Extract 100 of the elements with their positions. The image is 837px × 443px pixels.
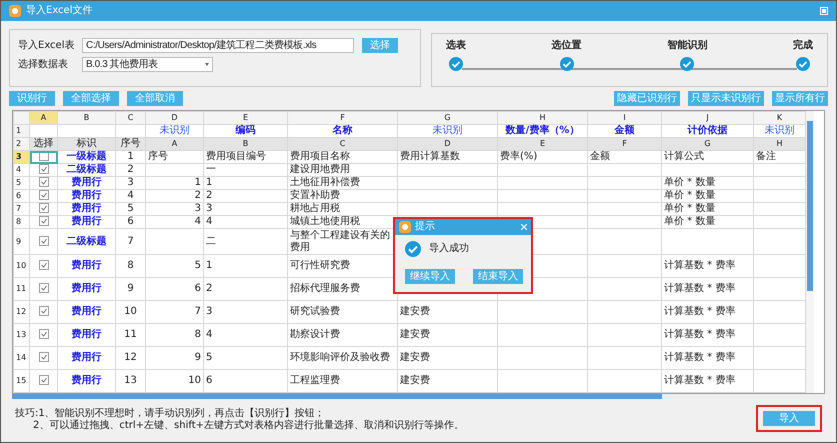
close-icon[interactable] bbox=[521, 224, 527, 230]
column-letter[interactable]: D bbox=[146, 112, 204, 124]
column-mapping[interactable]: 编码 bbox=[204, 124, 288, 138]
checkbox[interactable] bbox=[38, 151, 48, 162]
checkbox[interactable] bbox=[38, 352, 48, 362]
table-cell: 9 bbox=[116, 278, 146, 300]
table-cell: 5 bbox=[204, 346, 288, 370]
table-cell: 1 bbox=[204, 254, 288, 278]
row-type-link[interactable]: 费用行 bbox=[58, 176, 116, 190]
table-cell: 费用计算基数 bbox=[398, 150, 498, 164]
column-header: G bbox=[662, 138, 754, 150]
column-mapping[interactable]: 未识别 bbox=[398, 124, 498, 138]
table-cell: 建安费 bbox=[398, 346, 498, 370]
row-type-link[interactable]: 费用行 bbox=[58, 254, 116, 278]
table-cell: 6 bbox=[204, 370, 288, 392]
checkbox[interactable] bbox=[38, 203, 48, 214]
table-cell: 研究试验费 bbox=[288, 300, 398, 324]
table-cell: 建安费 bbox=[398, 370, 498, 392]
checkbox[interactable] bbox=[38, 177, 48, 188]
column-letter[interactable]: J bbox=[662, 112, 754, 124]
checkbox[interactable] bbox=[38, 190, 48, 200]
column-header: F bbox=[588, 138, 662, 150]
row-type-link[interactable]: 费用行 bbox=[58, 190, 116, 202]
row-type-link[interactable]: 费用行 bbox=[58, 202, 116, 216]
row-number[interactable]: 13 bbox=[14, 324, 30, 346]
column-letter[interactable]: K bbox=[754, 112, 806, 124]
checkbox[interactable] bbox=[38, 329, 48, 340]
column-mapping[interactable]: 金额 bbox=[588, 124, 662, 138]
checkbox[interactable] bbox=[38, 375, 48, 386]
row-number[interactable]: 6 bbox=[14, 190, 30, 202]
column-header: 标识 bbox=[58, 138, 116, 150]
table-cell: 计算基数 * 费率 bbox=[662, 370, 754, 392]
column-mapping[interactable]: 名称 bbox=[288, 124, 398, 138]
table-cell: 2 bbox=[146, 190, 204, 202]
table-cell: 环境影响评价及验收费 bbox=[288, 346, 398, 370]
table-cell: 费用项目编号 bbox=[204, 150, 288, 164]
column-letter[interactable]: I bbox=[588, 112, 662, 124]
checkbox[interactable] bbox=[38, 236, 48, 246]
column-letter[interactable]: B bbox=[58, 112, 116, 124]
column-letter[interactable]: H bbox=[498, 112, 588, 124]
column-mapping[interactable]: 计价依据 bbox=[662, 124, 754, 138]
row-number[interactable]: 8 bbox=[14, 216, 30, 228]
row-number[interactable]: 11 bbox=[14, 278, 30, 300]
dialog-title: 提示 bbox=[415, 221, 436, 233]
checkbox[interactable] bbox=[38, 216, 48, 226]
column-mapping[interactable]: 数量/费率（%） bbox=[498, 124, 588, 138]
table-cell: 耕地占用税 bbox=[288, 202, 398, 216]
row-type-link[interactable]: 费用行 bbox=[58, 370, 116, 392]
caret-icon bbox=[205, 63, 209, 66]
column-letter[interactable]: E bbox=[204, 112, 288, 124]
row-type-link[interactable]: 一级标题 bbox=[58, 150, 116, 164]
column-letter[interactable]: F bbox=[288, 112, 398, 124]
row-number[interactable]: 7 bbox=[14, 202, 30, 216]
tip-text: 技巧:1、智能识别不理想时，请手动识别列，再点击【识别行】按钮； bbox=[15, 408, 326, 420]
table-cell: 3 bbox=[146, 202, 204, 216]
row-number[interactable]: 14 bbox=[14, 346, 30, 370]
row-number[interactable]: 3 bbox=[14, 150, 30, 164]
row-number[interactable]: 4 bbox=[14, 164, 30, 176]
row-number[interactable]: 10 bbox=[14, 254, 30, 278]
row-number[interactable]: 15 bbox=[14, 370, 30, 392]
table-cell: 序号 bbox=[146, 150, 204, 164]
sheet-dropdown[interactable]: B.0.3 其他费用表 bbox=[82, 57, 213, 72]
row-type-link[interactable]: 费用行 bbox=[58, 300, 116, 324]
row-type-link[interactable]: 二级标题 bbox=[58, 228, 116, 254]
column-header: C bbox=[288, 138, 398, 150]
table-cell: 10 bbox=[116, 300, 146, 324]
column-header: A bbox=[146, 138, 204, 150]
column-header: E bbox=[498, 138, 588, 150]
step-label: 智能识别 bbox=[667, 40, 708, 52]
column-letter[interactable]: A bbox=[30, 112, 58, 124]
table-cell: 费率(%) bbox=[498, 150, 588, 164]
row-number[interactable]: 5 bbox=[14, 176, 30, 190]
checkbox[interactable] bbox=[38, 164, 48, 174]
window-icon[interactable] bbox=[820, 7, 828, 15]
column-letter[interactable]: G bbox=[398, 112, 498, 124]
row-type-link[interactable]: 费用行 bbox=[58, 278, 116, 300]
row-type-link[interactable]: 费用行 bbox=[58, 324, 116, 346]
table-cell: 2 bbox=[204, 190, 288, 202]
table-cell: 建安费 bbox=[398, 300, 498, 324]
column-mapping[interactable]: 未识别 bbox=[146, 124, 204, 138]
column-letter[interactable]: C bbox=[116, 112, 146, 124]
row-type-link[interactable]: 费用行 bbox=[58, 216, 116, 228]
table-cell: 1 bbox=[204, 176, 288, 190]
table-cell: 工程监理费 bbox=[288, 370, 398, 392]
checkbox[interactable] bbox=[38, 306, 48, 316]
file-path-field[interactable]: C:/Users/Administrator/Desktop/建筑工程二类费模板.xls bbox=[82, 38, 354, 53]
checkbox[interactable] bbox=[38, 260, 48, 270]
app-icon bbox=[399, 221, 411, 233]
row-number[interactable]: 9 bbox=[14, 228, 30, 254]
table-cell: 安置补助费 bbox=[288, 190, 398, 202]
table-cell: 计算基数 * 费率 bbox=[662, 324, 754, 346]
column-mapping[interactable]: 未识别 bbox=[754, 124, 806, 138]
row-number[interactable]: 12 bbox=[14, 300, 30, 324]
table-cell: 招标代理服务费 bbox=[288, 278, 398, 300]
checkbox[interactable] bbox=[38, 283, 48, 294]
row-type-link[interactable]: 费用行 bbox=[58, 346, 116, 370]
table-cell: 土地征用补偿费 bbox=[288, 176, 398, 190]
table-cell: 12 bbox=[116, 346, 146, 370]
table-cell: 3 bbox=[204, 300, 288, 324]
row-type-link[interactable]: 二级标题 bbox=[58, 164, 116, 176]
